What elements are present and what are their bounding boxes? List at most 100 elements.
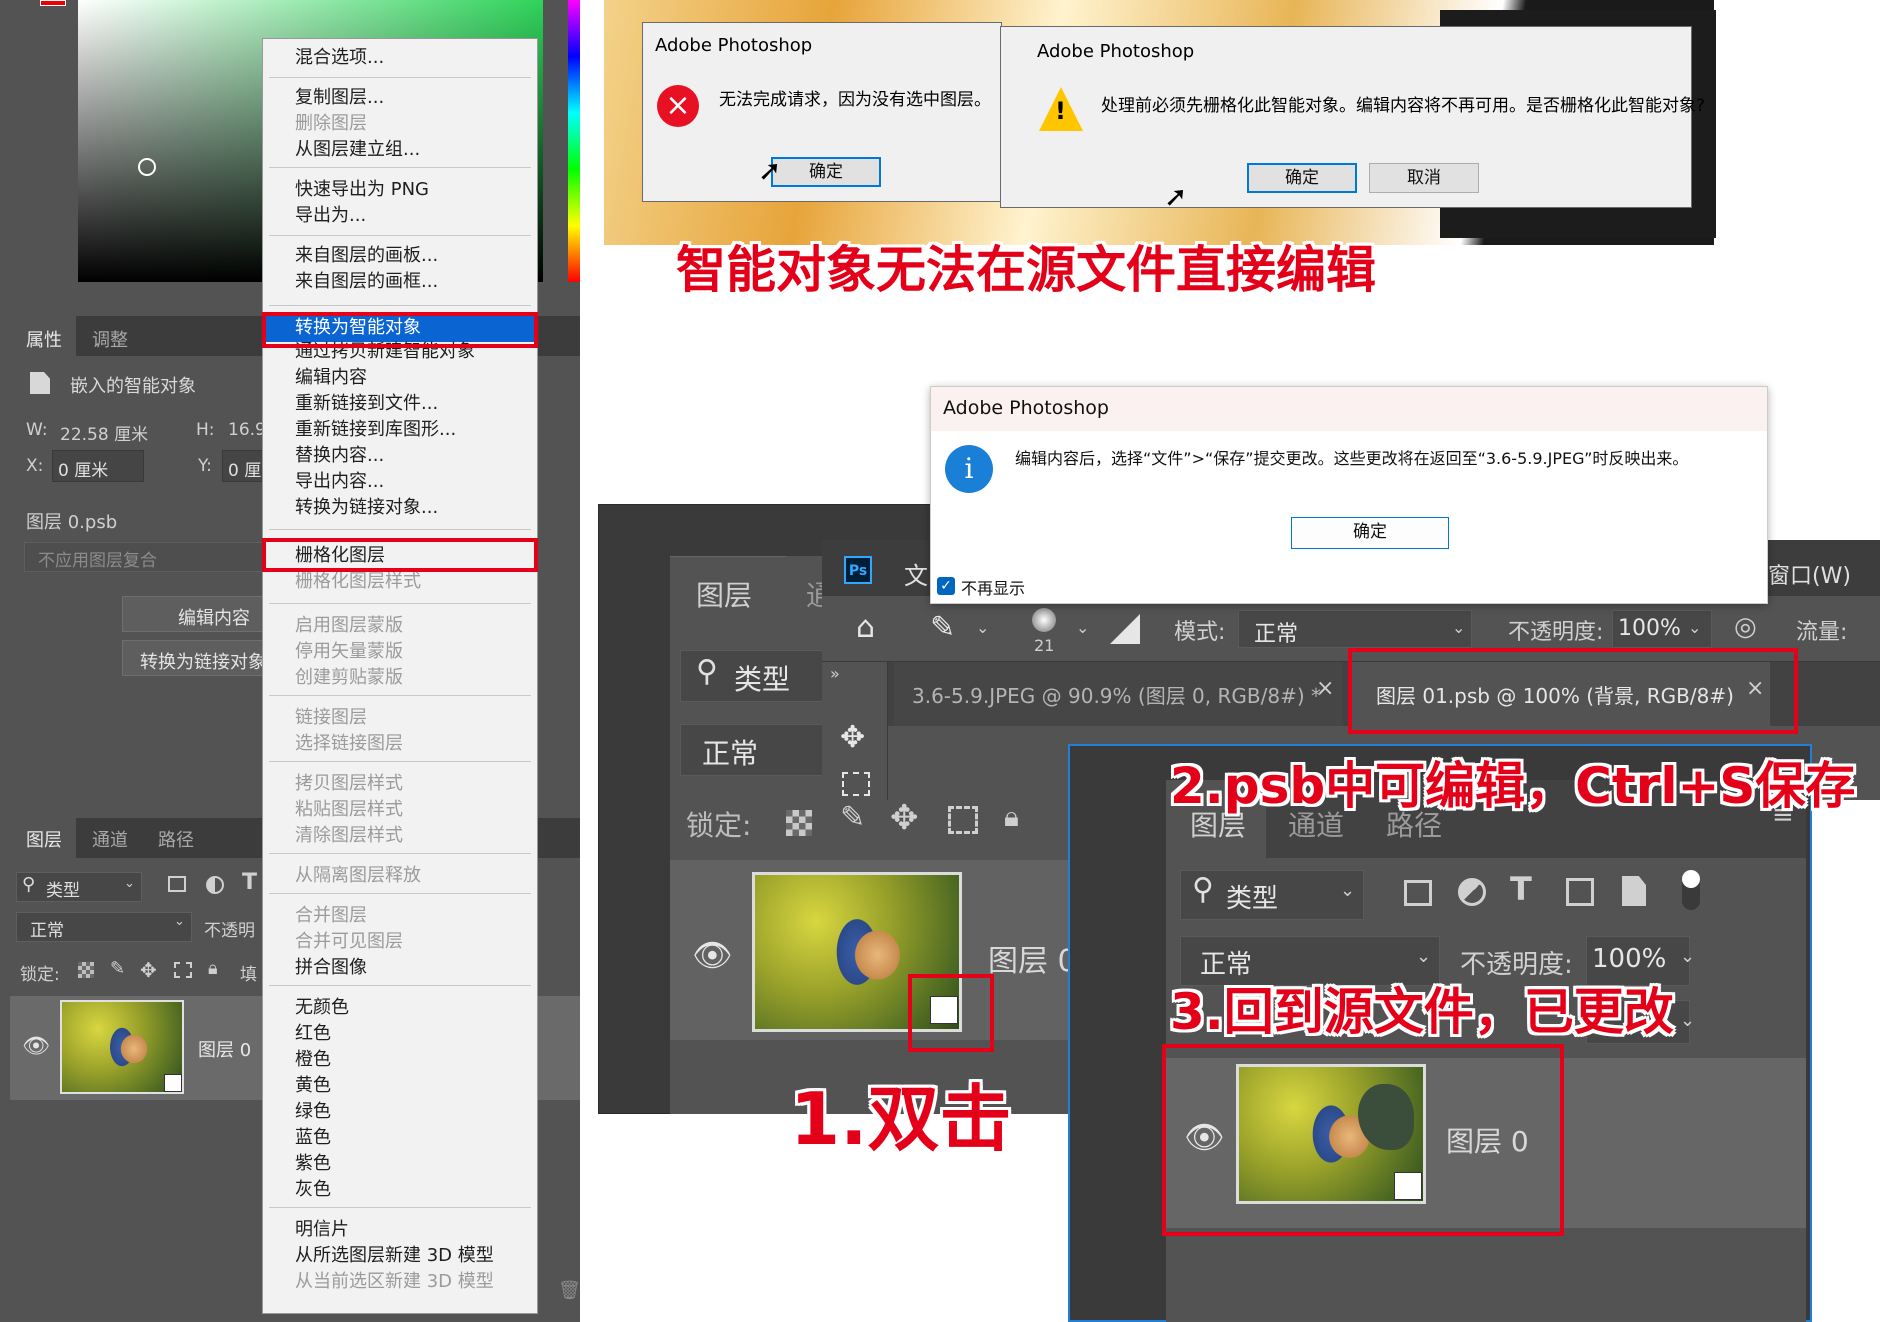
menu-item[interactable]: 来自图层的画框... [295,269,438,295]
eye-icon[interactable]: 👁︎ [22,1034,50,1059]
adjustment-filter-icon[interactable] [1458,878,1486,906]
menu-item[interactable]: 拼合图像 [295,955,367,981]
menu-item[interactable]: 黄色 [295,1073,331,1099]
close-icon[interactable]: × [1316,676,1334,701]
ok-button[interactable]: 确定 [1291,517,1449,549]
tab-paths[interactable]: 路径 [158,826,194,852]
filter-toggle-knob [1682,870,1700,888]
color-picker-cursor[interactable] [138,158,156,176]
lock-all-icon[interactable]: 🔒︎ [208,958,218,979]
move-tool-icon[interactable]: ✥ [840,720,865,755]
menu-item: 删除图层 [295,113,367,134]
menu-item[interactable]: 复制图层... [295,85,384,111]
annotation-double-click: 1.双击 [790,1077,1012,1161]
mid-layer-name[interactable]: 图层 0 [988,936,1077,980]
menu-item[interactable]: 无颜色 [295,995,349,1021]
search-icon: ⚲ [1192,872,1214,907]
type-filter-icon[interactable]: T [1510,870,1532,908]
menu-item: 从当前选区新建 3D 模型 [295,1271,494,1292]
lock-artboard-icon[interactable] [948,806,978,834]
dialog-message: 编辑内容后，选择“文件”>“保存”提交更改。这些更改将在返回至“3.6-5.9.… [1015,449,1689,468]
menu-item[interactable]: 快速导出为 PNG [295,177,429,203]
lock-transparent-icon[interactable] [78,962,94,978]
hue-slider[interactable] [568,0,580,282]
chevron-down-icon: ⌄ [1680,946,1696,967]
menu-item[interactable]: 紫色 [295,1151,331,1177]
menu-item[interactable]: 替换内容... [295,443,384,469]
lock-artboard-icon[interactable] [174,962,192,978]
info-icon: i [945,445,993,493]
menu-item[interactable]: 来自图层的画板... [295,243,438,269]
menu-separator [269,695,531,696]
menu-item[interactable]: 重新链接到库图形... [295,417,456,443]
menu-item[interactable]: 蓝色 [295,1125,331,1151]
menu-file-partial[interactable]: 文 [904,556,928,591]
convert-to-linked-label: 转换为链接对象 [140,652,266,673]
tab-layers[interactable]: 图层 [26,826,62,852]
opacity-value: 100% [1618,616,1681,641]
adjustment-filter-icon[interactable] [206,876,224,894]
highlight-rasterize-layer [262,538,538,572]
menu-item[interactable]: 灰色 [295,1177,331,1203]
brush-tool-icon[interactable]: ✎ [930,610,955,645]
home-icon[interactable]: ⌂ [856,610,875,645]
menu-item[interactable]: 红色 [295,1021,331,1047]
menu-item[interactable]: 混合选项... [295,45,384,71]
tab-adjustments[interactable]: 调整 [92,326,128,352]
eye-icon[interactable]: 👁︎ [692,936,733,974]
ok-button[interactable]: 确定 [771,157,881,187]
lock-transparent-icon[interactable] [786,810,812,836]
lock-all-icon[interactable]: 🔒︎ [1004,800,1019,834]
dont-show-again-checkbox[interactable]: ✓ [937,577,955,595]
menu-item[interactable]: 绿色 [295,1099,331,1125]
error-icon: × [657,85,699,127]
lock-brush-icon[interactable]: ✎ [840,800,865,835]
w-value[interactable]: 22.58 厘米 [60,420,148,445]
layer-name[interactable]: 图层 0 [198,1036,251,1062]
menu-separator [269,985,531,986]
menu-item[interactable]: 从图层建立组... [295,137,420,163]
annotation-smart-object-not-editable: 智能对象无法在源文件直接编辑 [676,241,1376,299]
brush-size-value: 21 [1034,636,1055,655]
ok-button[interactable]: 确定 [1247,163,1357,193]
x-label: X: [26,456,44,476]
collapse-icon[interactable]: » [830,664,840,683]
menu-item[interactable]: 明信片 [295,1217,349,1243]
menu-item: 粘贴图层样式 [295,799,403,820]
menu-item[interactable]: 编辑内容 [295,365,367,391]
trash-icon[interactable]: 🗑︎ [558,1280,581,1301]
type-filter-icon[interactable]: T [242,870,257,895]
smart-object-badge-icon [164,1074,182,1092]
chevron-down-icon: ⌄ [1076,618,1090,637]
pixel-filter-icon[interactable] [168,876,186,892]
pixel-filter-icon[interactable] [1404,880,1432,906]
menu-item[interactable]: 橙色 [295,1047,331,1073]
lock-position-icon[interactable]: ✥ [890,798,919,838]
flow-label: 流量: [1796,620,1848,645]
h-value[interactable]: 16.9 [228,420,266,440]
pressure-opacity-icon[interactable]: ◎ [1734,612,1757,642]
menu-item[interactable]: 转换为链接对象... [295,495,438,521]
dialog-edit-contents-info: Adobe Photoshop i 编辑内容后，选择“文件”>“保存”提交更改。… [930,386,1768,604]
menu-window[interactable]: 窗口(W) [1768,558,1851,590]
menu-item[interactable]: 从所选图层新建 3D 模型 [295,1243,494,1269]
brush-preview[interactable] [1032,608,1056,632]
lock-label: 锁定: [20,965,60,985]
menu-item[interactable]: 导出为... [295,203,366,229]
foreground-swatch[interactable] [40,0,66,6]
tab-layers[interactable]: 图层 [696,574,752,614]
menu-item[interactable]: 导出内容... [295,469,384,495]
highlight-convert-to-smart-object [262,312,538,348]
cancel-button[interactable]: 取消 [1369,163,1479,193]
menu-separator [269,305,531,306]
y-value: 0 厘 [228,461,262,481]
shape-filter-icon[interactable] [1566,878,1594,906]
marquee-tool-icon[interactable] [842,772,870,796]
tab-properties[interactable]: 属性 [26,326,62,352]
lock-position-icon[interactable]: ✥ [140,958,157,982]
menu-item[interactable]: 重新链接到文件... [295,391,438,417]
tab-channels[interactable]: 通道 [92,826,128,852]
fill-label: 填 [240,965,257,985]
opacity-label: 不透明 [204,921,255,941]
lock-brush-icon[interactable]: ✎ [110,958,125,979]
